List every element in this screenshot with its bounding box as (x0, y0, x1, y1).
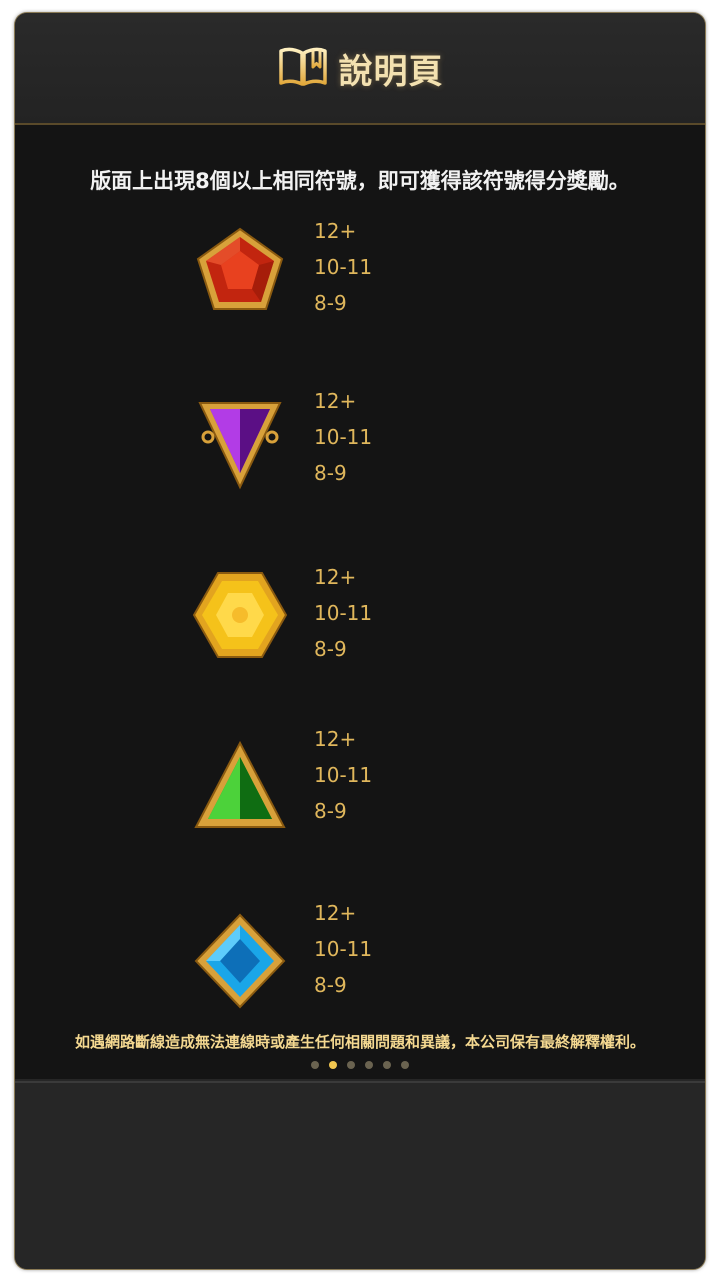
content-area: 版面上出現8個以上相同符號，即可獲得該符號得分獎勵。 12+ 10-11 8-9 (15, 125, 705, 1079)
pay-table: 12+ 10-11 8-9 (314, 559, 372, 667)
page-dot[interactable] (383, 1061, 391, 1069)
pay-tier: 10-11 (314, 937, 373, 961)
symbol-row: 12+ 10-11 8-9 (15, 383, 705, 503)
book-icon (277, 43, 329, 93)
page-dot[interactable] (401, 1061, 409, 1069)
pay-tier: 8-9 (314, 291, 347, 315)
bottom-bar (15, 1081, 705, 1269)
help-panel: 說明頁 版面上出現8個以上相同符號，即可獲得該符號得分獎勵。 12+ 10-11… (15, 13, 705, 1269)
symbol-row: 12+ 10-11 8-9 (15, 559, 705, 679)
pay-tier: 10-11 (314, 763, 373, 787)
pay-table: 12+ 10-11 8-9 (314, 213, 372, 321)
green-triangle-gem-icon (190, 739, 290, 839)
pay-tier: 8-9 (314, 637, 347, 661)
blue-diamond-gem-icon (190, 911, 290, 1011)
header: 說明頁 (15, 13, 705, 125)
page-dot[interactable] (311, 1061, 319, 1069)
symbol-row: 12+ 10-11 8-9 (15, 721, 705, 841)
pay-tier: 12+ (314, 219, 357, 243)
intro-text: 版面上出現8個以上相同符號，即可獲得該符號得分獎勵。 (90, 169, 630, 193)
pay-tier: 8-9 (314, 799, 347, 823)
pay-tier: 12+ (314, 727, 357, 751)
page-dot[interactable] (347, 1061, 355, 1069)
red-pentagon-gem-icon (190, 221, 290, 321)
pay-tier: 12+ (314, 901, 357, 925)
purple-triangle-gem-icon (190, 391, 290, 491)
pay-table: 12+ 10-11 8-9 (314, 383, 372, 491)
pay-table: 12+ 10-11 8-9 (314, 895, 372, 1003)
title-group: 說明頁 (277, 43, 444, 93)
pay-tier: 8-9 (314, 461, 347, 485)
page-title: 說明頁 (338, 51, 444, 92)
pay-tier: 8-9 (314, 973, 347, 997)
symbol-row: 12+ 10-11 8-9 (15, 213, 705, 333)
page-dot[interactable] (365, 1061, 373, 1069)
pagination-dots (15, 1061, 705, 1069)
pay-tier: 12+ (314, 389, 357, 413)
disclaimer-text: 如遇網路斷線造成無法連線時或產生任何相關問題和異議，本公司保有最終解釋權利。 (74, 1033, 645, 1051)
pay-tier: 10-11 (314, 601, 373, 625)
pay-tier: 12+ (314, 565, 357, 589)
pay-tier: 10-11 (314, 425, 373, 449)
yellow-hexagon-gem-icon (190, 565, 290, 665)
page-dot-active[interactable] (329, 1061, 337, 1069)
symbol-row: 12+ 10-11 8-9 (15, 895, 705, 1015)
pay-tier: 10-11 (314, 255, 373, 279)
pay-table: 12+ 10-11 8-9 (314, 721, 372, 829)
